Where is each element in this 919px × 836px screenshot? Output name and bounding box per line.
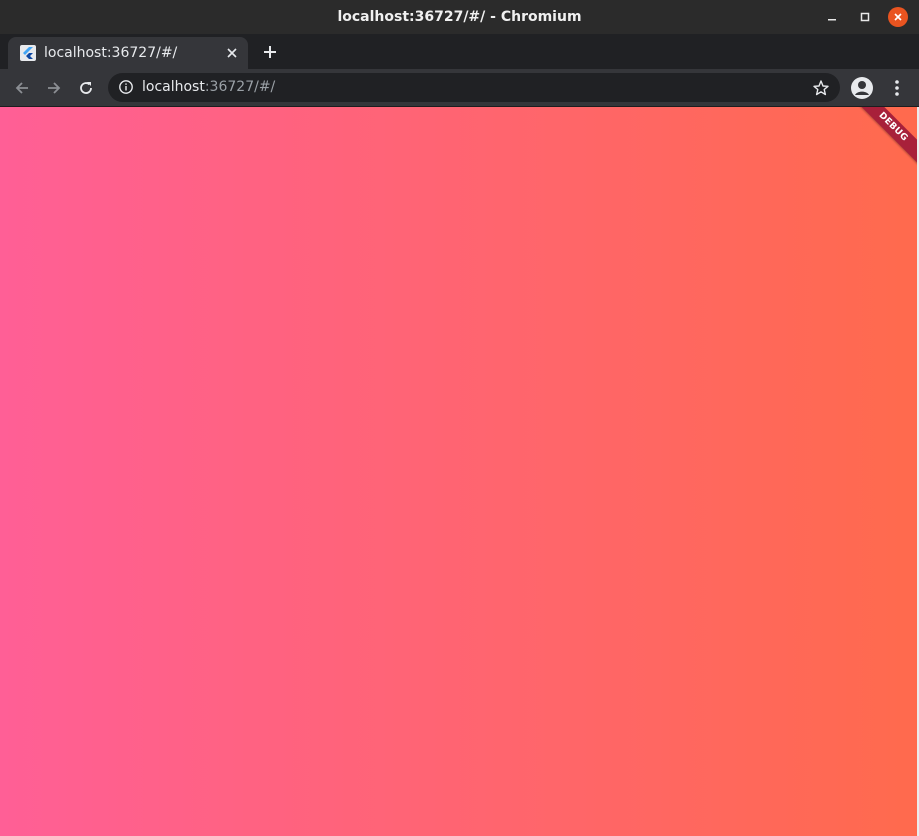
maximize-button[interactable]: [855, 7, 875, 27]
debug-banner: DEBUG: [844, 107, 917, 176]
close-window-button[interactable]: [888, 7, 908, 27]
app-viewport: DEBUG: [0, 107, 917, 836]
url-text: localhost:36727/#/: [142, 73, 275, 102]
arrow-right-icon: [48, 82, 61, 94]
tab-label: localhost:36727/#/: [44, 45, 178, 61]
minimize-button[interactable]: [822, 7, 842, 27]
address-bar[interactable]: localhost:36727/#/: [108, 73, 840, 102]
window-titlebar: localhost:36727/#/ - Chromium: [0, 0, 919, 34]
minimize-icon: [828, 19, 836, 21]
maximize-icon: [860, 12, 870, 22]
browser-toolbar: localhost:36727/#/: [0, 69, 919, 107]
bookmark-star-button[interactable]: [812, 79, 830, 97]
profile-button[interactable]: [849, 75, 875, 101]
account-icon: [851, 77, 873, 99]
url-path: :36727/#/: [204, 79, 276, 95]
flutter-icon: [20, 45, 36, 61]
star-icon: [813, 80, 829, 96]
more-vertical-icon: [895, 80, 899, 96]
new-tab-button[interactable]: [258, 40, 282, 64]
forward-button[interactable]: [41, 75, 67, 101]
arrow-left-icon: [15, 82, 28, 94]
browser-tab[interactable]: localhost:36727/#/: [8, 37, 248, 69]
back-button[interactable]: [9, 75, 35, 101]
info-icon[interactable]: [118, 79, 134, 95]
plus-icon: [264, 46, 276, 58]
close-icon: [227, 48, 237, 58]
close-icon: [894, 13, 902, 21]
tab-close-button[interactable]: [224, 45, 240, 61]
window-title: localhost:36727/#/ - Chromium: [337, 9, 582, 25]
reload-button[interactable]: [73, 75, 99, 101]
url-host: localhost: [142, 79, 205, 95]
tab-strip: localhost:36727/#/: [0, 34, 919, 69]
reload-icon: [80, 82, 92, 94]
browser-menu-button[interactable]: [884, 75, 910, 101]
